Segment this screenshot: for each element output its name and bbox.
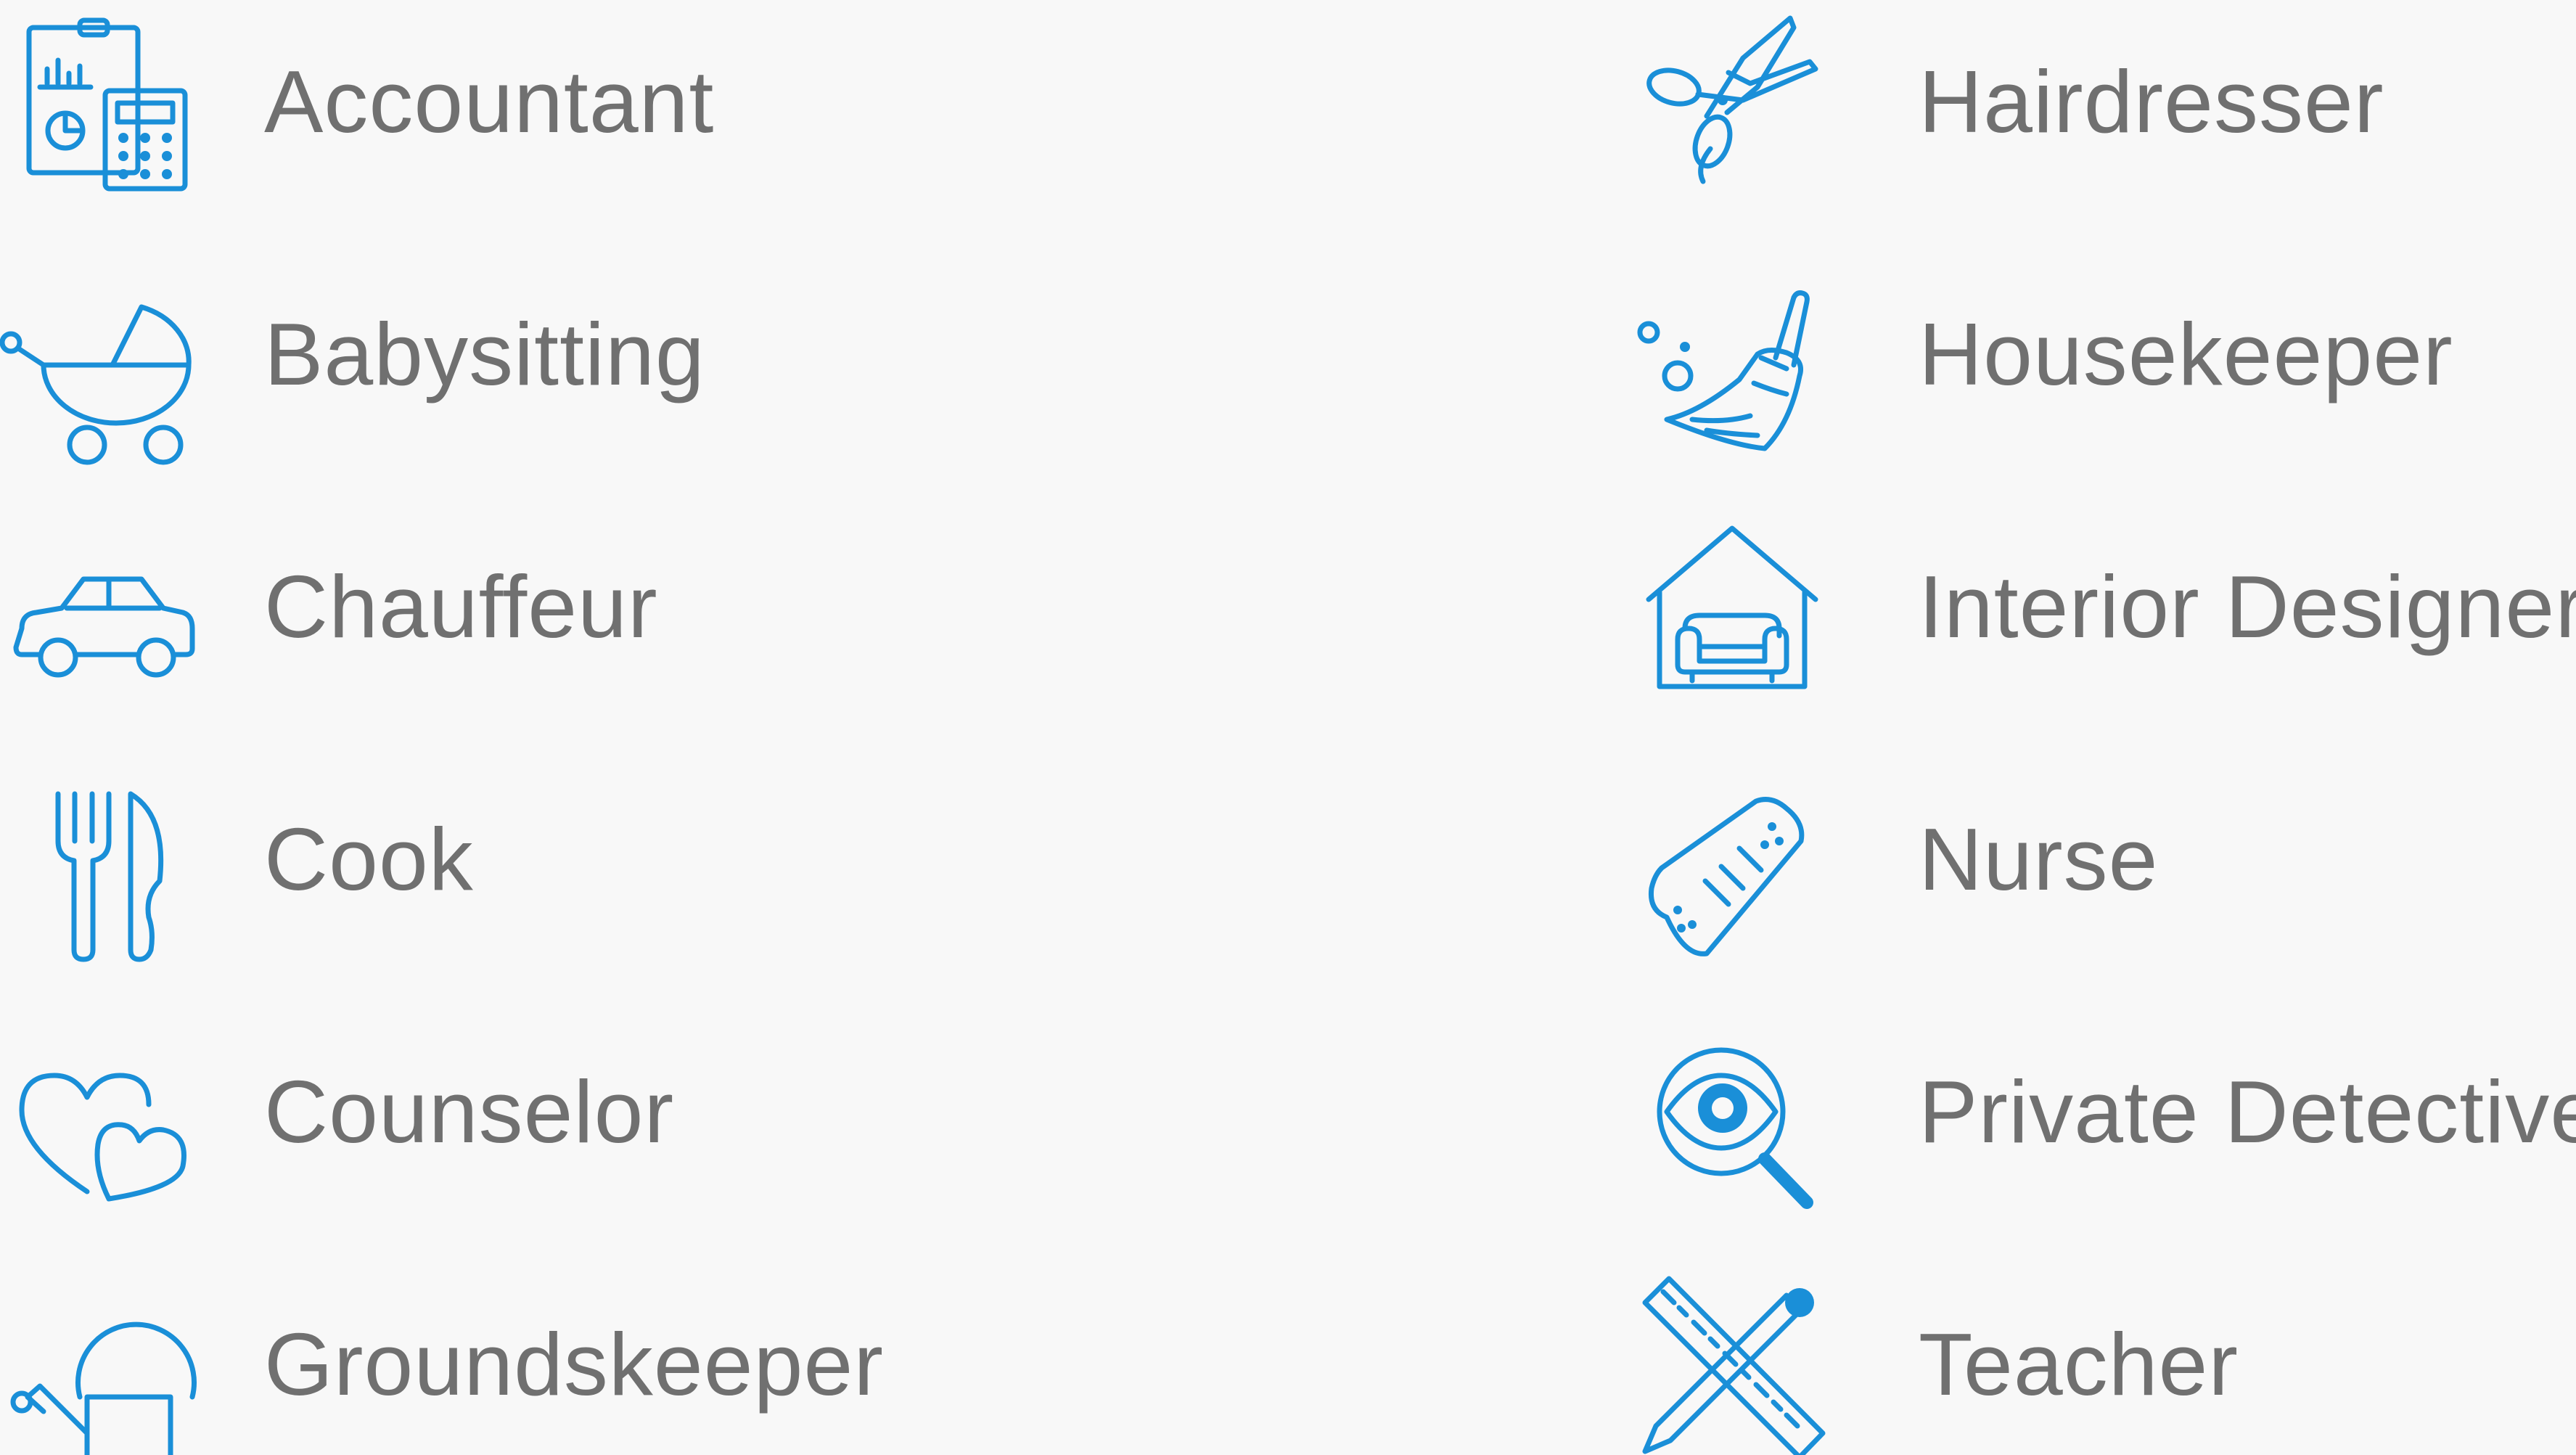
- services-right-column: Hairdresser Housekeeper Interior Designe…: [1637, 0, 2576, 1455]
- service-item-accountant[interactable]: Accountant: [0, 0, 1234, 192]
- service-label: Babysitting: [264, 305, 705, 403]
- service-item-housekeeper[interactable]: Housekeeper: [1637, 253, 2576, 451]
- bandage-icon: [1641, 772, 1823, 956]
- magnifier-eye-icon: [1641, 1025, 1823, 1209]
- service-label: Hairdresser: [1919, 52, 2384, 151]
- service-label: Cook: [264, 810, 474, 909]
- service-item-nurse[interactable]: Nurse: [1641, 758, 2576, 956]
- accountant-icon: [15, 15, 196, 192]
- service-item-interior-designer[interactable]: Interior Designer: [1641, 505, 2576, 689]
- broom-icon: [1637, 267, 1823, 451]
- service-label: Nurse: [1919, 810, 2159, 909]
- service-label: Chauffeur: [264, 557, 658, 656]
- service-label: Teacher: [1919, 1315, 2239, 1414]
- watering-can-icon: [10, 1277, 197, 1455]
- service-label: Private Detective: [1919, 1062, 2576, 1161]
- pencil-ruler-icon: [1641, 1276, 1826, 1455]
- service-label: Interior Designer: [1919, 557, 2576, 656]
- service-item-hairdresser[interactable]: Hairdresser: [1641, 0, 2576, 184]
- service-item-babysitting[interactable]: Babysitting: [0, 253, 1234, 465]
- service-label: Housekeeper: [1919, 305, 2453, 403]
- service-item-teacher[interactable]: Teacher: [1641, 1263, 2576, 1455]
- services-left-column: Accountant Babysitting Chauffeur Cook Co…: [0, 0, 1234, 1455]
- service-item-chauffeur[interactable]: Chauffeur: [0, 505, 1234, 686]
- baby-stroller-icon: [0, 267, 196, 465]
- fork-knife-icon: [15, 772, 196, 962]
- hearts-icon: [15, 1025, 196, 1202]
- service-item-private-detective[interactable]: Private Detective: [1641, 1010, 2576, 1209]
- service-label: Counselor: [264, 1062, 675, 1161]
- service-item-groundskeeper[interactable]: Groundskeeper: [0, 1263, 1234, 1455]
- car-icon: [13, 520, 196, 694]
- service-label: Accountant: [264, 52, 715, 151]
- service-label: Groundskeeper: [264, 1315, 884, 1414]
- service-item-cook[interactable]: Cook: [0, 758, 1234, 962]
- service-item-counselor[interactable]: Counselor: [0, 1010, 1234, 1202]
- house-sofa-icon: [1641, 520, 1823, 694]
- scissors-icon: [1641, 15, 1823, 189]
